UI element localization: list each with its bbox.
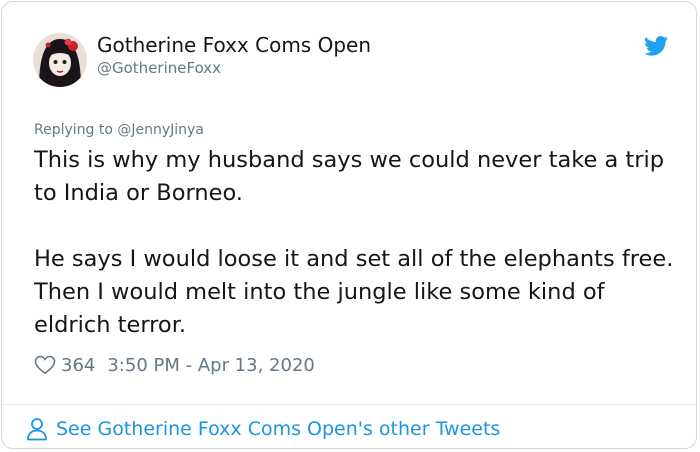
tweet-text: This is why my husband says we could nev… (34, 144, 674, 342)
author-handle[interactable]: @GotherineFoxx (97, 59, 221, 77)
tweet-card: Gotherine Foxx Coms Open @GotherineFoxx … (1, 1, 697, 449)
person-glyph (27, 418, 47, 441)
tweet-meta: 364 3:50 PM - Apr 13, 2020 (34, 352, 315, 378)
heart-icon[interactable] (34, 355, 56, 375)
tweet-paragraph-2: He says I would loose it and set all of … (34, 246, 674, 338)
person-icon (26, 417, 48, 441)
like-count[interactable]: 364 (61, 355, 95, 376)
avatar-image (33, 33, 87, 87)
twitter-bird-icon[interactable] (644, 36, 668, 56)
avatar[interactable] (33, 33, 87, 87)
tweet-paragraph-1: This is why my husband says we could nev… (34, 147, 664, 206)
twitter-bird-glyph (644, 36, 668, 56)
author-name[interactable]: Gotherine Foxx Coms Open (97, 33, 371, 57)
see-other-tweets-link[interactable]: See Gotherine Foxx Coms Open's other Twe… (26, 414, 500, 444)
heart-glyph (34, 355, 56, 374)
tweet-timestamp[interactable]: 3:50 PM - Apr 13, 2020 (107, 355, 314, 376)
divider (2, 404, 696, 405)
see-other-tweets-label[interactable]: See Gotherine Foxx Coms Open's other Twe… (56, 418, 500, 440)
replying-to[interactable]: Replying to @JennyJinya (34, 122, 204, 138)
